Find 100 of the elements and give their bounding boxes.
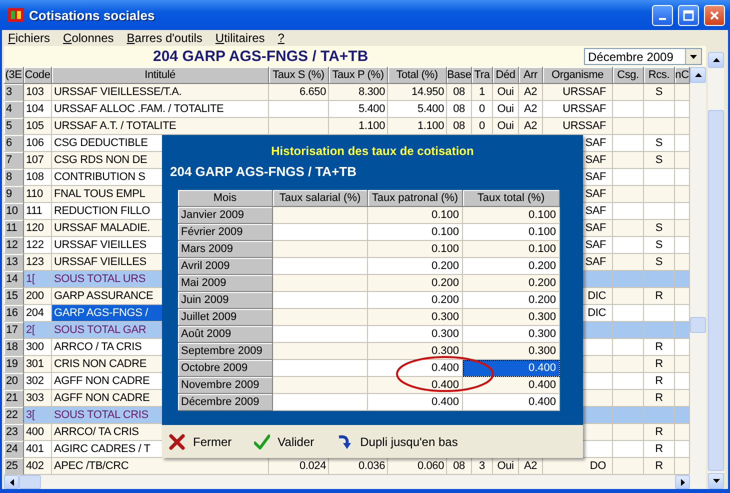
table-cell: 1.100	[388, 118, 447, 135]
table-cell: 6.650	[269, 84, 329, 101]
column-header[interactable]: Csg.	[613, 67, 644, 84]
table-cell	[675, 135, 690, 152]
column-header[interactable]: Rcs.	[644, 67, 675, 84]
copy-down-button[interactable]: Dupli jusqu'en bas	[334, 432, 460, 452]
table-cell[interactable]: 0.200	[463, 275, 560, 292]
table-cell	[613, 424, 644, 441]
column-header[interactable]: Taux total (%)	[463, 190, 560, 207]
row-header: Mars 2009	[178, 241, 273, 258]
table-cell: 08	[447, 118, 472, 135]
table-cell: 105	[24, 118, 52, 135]
column-header[interactable]: Tra	[472, 67, 493, 84]
table-cell: 1.100	[329, 118, 388, 135]
menu-item[interactable]: Barres d'outils	[126, 31, 202, 45]
column-header[interactable]: nC	[675, 67, 690, 84]
table-cell	[613, 322, 644, 339]
row-number: 16	[4, 305, 24, 322]
table-cell	[675, 373, 690, 390]
column-header[interactable]: Base	[447, 67, 472, 84]
table-cell[interactable]: 0.100	[463, 241, 560, 258]
scrollbar-thumb[interactable]	[690, 317, 706, 333]
column-header[interactable]: (3E	[4, 67, 24, 84]
table-cell[interactable]: 0.400	[463, 360, 560, 377]
right-arrow-icon	[680, 478, 684, 486]
table-cell[interactable]: 0.300	[463, 309, 560, 326]
table-cell[interactable]: 0.300	[463, 343, 560, 360]
table-cell	[675, 271, 690, 288]
row-number: 11	[4, 220, 24, 237]
table-cell: R	[644, 288, 675, 305]
table-cell: 300	[24, 339, 52, 356]
table-cell	[644, 169, 675, 186]
column-header[interactable]: Intitulé	[52, 67, 269, 84]
table-cell: A2	[519, 101, 543, 118]
column-header[interactable]: Taux patronal (%)	[368, 190, 463, 207]
menu-item[interactable]: Utilitaires	[215, 31, 265, 45]
column-header[interactable]: Taux salarial (%)	[273, 190, 368, 207]
row-number: 14	[4, 271, 24, 288]
row-number: 6	[4, 135, 24, 152]
menu-item[interactable]: ?	[278, 31, 284, 45]
scroll-right-button[interactable]	[675, 475, 690, 489]
row-header: Avril 2009	[178, 258, 273, 275]
column-header[interactable]: Taux P (%)	[329, 67, 388, 84]
scroll-down-button[interactable]	[708, 473, 724, 489]
scrollbar-thumb[interactable]	[19, 475, 41, 489]
table-cell	[613, 390, 644, 407]
table-cell: 400	[24, 424, 52, 441]
row-header: Mai 2009	[178, 275, 273, 292]
scrollbar-thumb[interactable]	[708, 110, 724, 471]
table-cell: Oui	[493, 118, 519, 135]
table-cell[interactable]: 0.400	[463, 394, 560, 411]
table-cell	[613, 237, 644, 254]
column-header[interactable]: Déd	[493, 67, 519, 84]
column-header[interactable]: Organisme	[543, 67, 613, 84]
column-header[interactable]: Mois	[178, 190, 273, 207]
table-cell	[613, 339, 644, 356]
table-cell[interactable]: 0.400	[463, 377, 560, 394]
row-number: 3	[4, 84, 24, 101]
table-cell	[613, 220, 644, 237]
table-cell: S	[644, 152, 675, 169]
row-header: Septembre 2009	[178, 343, 273, 360]
column-header[interactable]: Arr	[519, 67, 543, 84]
period-dropdown[interactable]: Décembre 2009	[584, 48, 702, 65]
column-header[interactable]: Code	[24, 67, 52, 84]
app-icon	[8, 7, 24, 23]
column-header[interactable]: Total (%)	[388, 67, 447, 84]
table-cell: 2[	[24, 322, 52, 339]
scroll-up-button[interactable]	[690, 67, 706, 83]
table-cell	[613, 254, 644, 271]
scroll-left-button[interactable]	[4, 475, 19, 489]
table-cell	[613, 84, 644, 101]
close-button[interactable]	[704, 4, 725, 26]
curved-arrow-icon	[336, 434, 352, 450]
table-cell	[644, 203, 675, 220]
table-cell[interactable]: 0.100	[463, 224, 560, 241]
table-cell: 107	[24, 152, 52, 169]
table-cell: 08	[447, 458, 472, 475]
maximize-button[interactable]	[678, 4, 699, 26]
table-cell: S	[644, 237, 675, 254]
table-cell[interactable]: 0.300	[463, 326, 560, 343]
table-cell: 1	[472, 84, 493, 101]
table-cell: 111	[24, 203, 52, 220]
table-cell: 0.036	[329, 458, 388, 475]
row-header: Février 2009	[178, 224, 273, 241]
table-cell[interactable]: 0.200	[463, 292, 560, 309]
table-cell[interactable]: 0.100	[463, 207, 560, 224]
minimize-button[interactable]	[652, 4, 673, 26]
scroll-up-button[interactable]	[708, 52, 724, 68]
column-header[interactable]: Taux S (%)	[269, 67, 329, 84]
row-header: Novembre 2009	[178, 377, 273, 394]
menu-item[interactable]: Fichiers	[8, 31, 50, 45]
row-number: 8	[4, 169, 24, 186]
down-arrow-icon	[712, 479, 720, 483]
table-cell	[675, 237, 690, 254]
table-cell[interactable]: 0.200	[463, 258, 560, 275]
table-cell: R	[644, 458, 675, 475]
table-cell	[613, 135, 644, 152]
table-cell: S	[644, 220, 675, 237]
menu-item[interactable]: Colonnes	[63, 31, 114, 45]
table-cell	[613, 373, 644, 390]
